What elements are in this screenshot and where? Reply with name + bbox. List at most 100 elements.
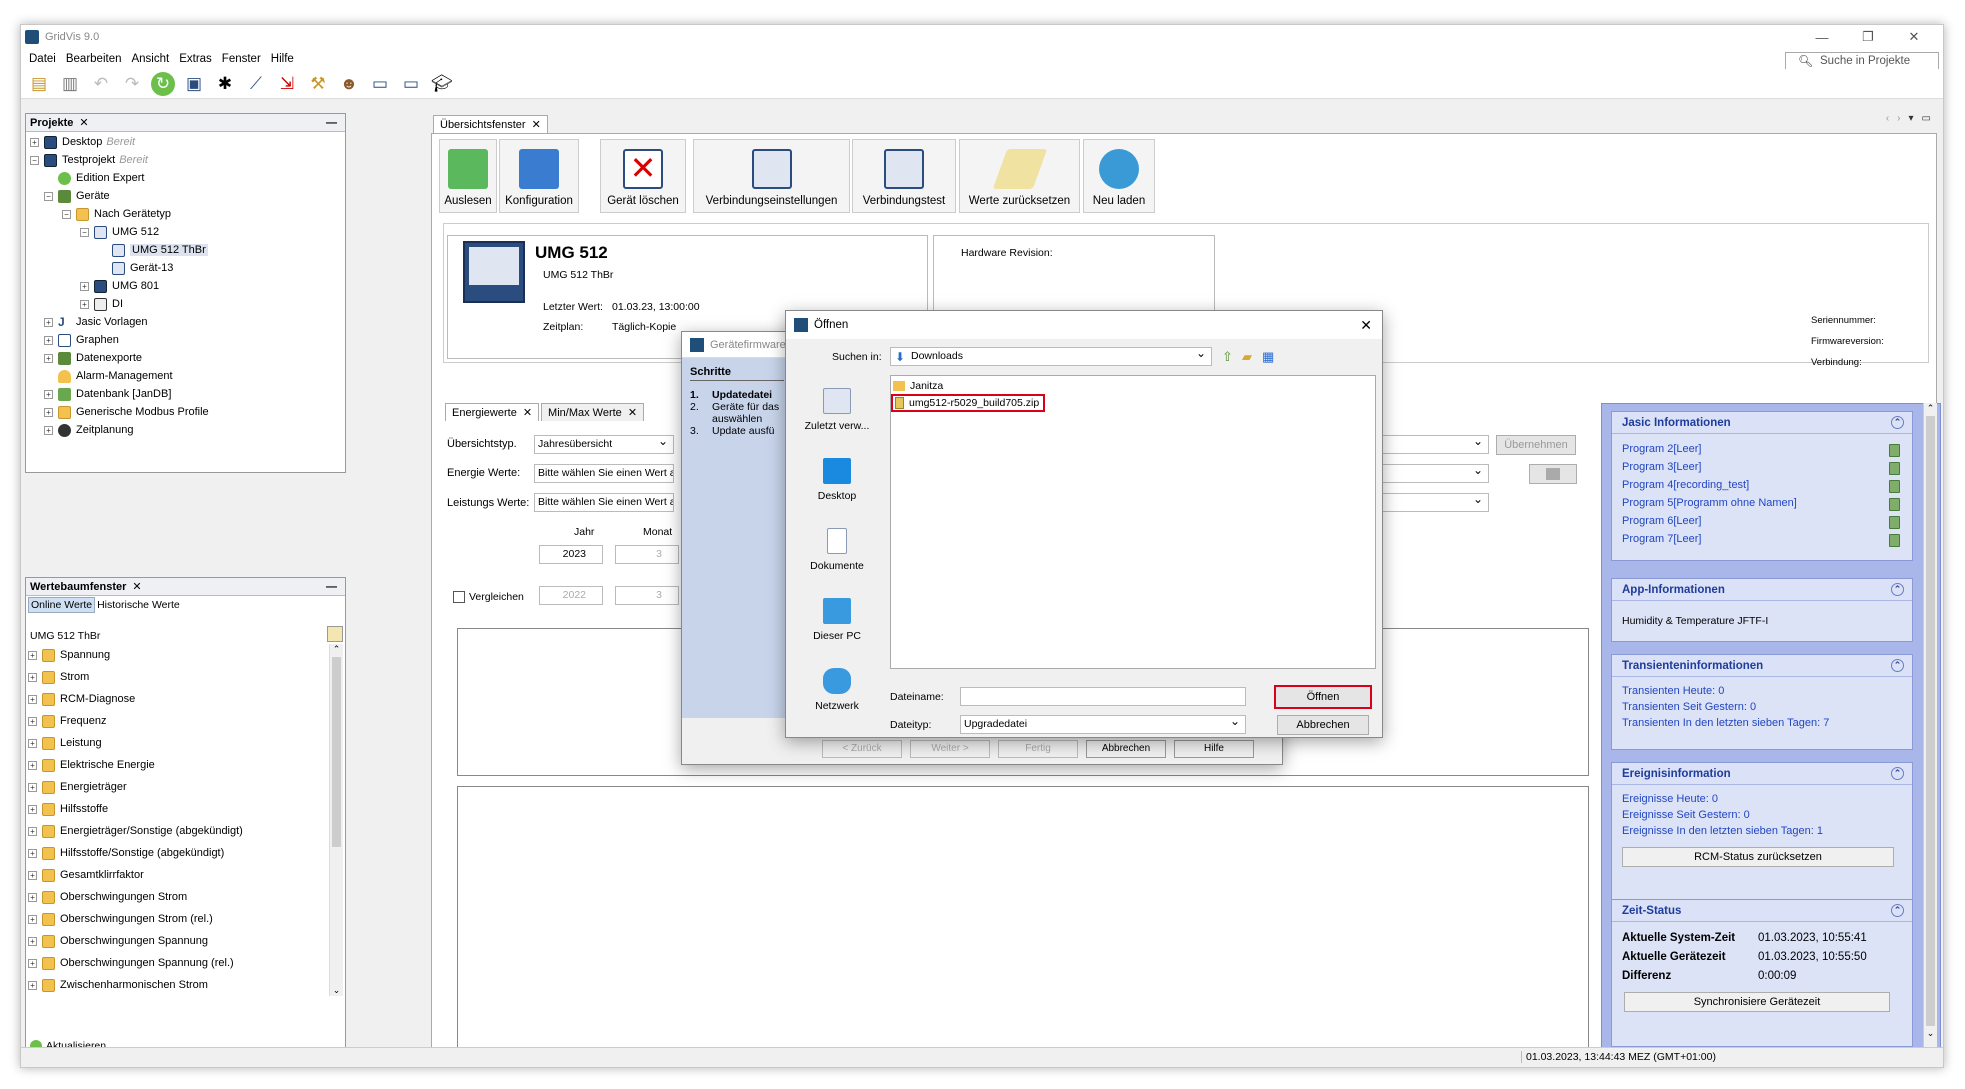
value-tree-item[interactable]: + Oberschwingungen Strom (rel.)	[28, 908, 328, 930]
collapse-icon[interactable]: ⌃	[1891, 904, 1904, 917]
place-documents[interactable]: Dokumente	[794, 515, 880, 585]
network-icon[interactable]: ✱	[213, 72, 237, 96]
place-desktop[interactable]: Desktop	[794, 445, 880, 515]
jasic-program-link[interactable]: Program 4[recording_test]	[1622, 476, 1902, 494]
expand-icon[interactable]: +	[28, 672, 37, 682]
tree-item-geraete[interactable]: − Geräte	[30, 187, 345, 205]
collapse-icon[interactable]: −	[44, 191, 53, 201]
expand-icon[interactable]: +	[44, 389, 53, 399]
search-input[interactable]: 🔍︎ Suche in Projekte (Ctrl+I)	[1785, 52, 1939, 84]
jasic-panel-header[interactable]: Jasic Informationen ⌃	[1612, 412, 1912, 434]
collapse-icon[interactable]: −	[30, 155, 39, 165]
tab-historische-werte[interactable]: Historische Werte	[95, 598, 182, 612]
place-network[interactable]: Netzwerk	[794, 655, 880, 725]
expand-icon[interactable]: +	[28, 694, 37, 704]
open-button[interactable]: Öffnen	[1274, 685, 1372, 709]
menu-hilfe[interactable]: Hilfe	[271, 53, 294, 65]
new-folder-icon[interactable]: ▰	[1242, 349, 1252, 365]
expand-icon[interactable]: +	[28, 782, 37, 792]
geraet-loeschen-button[interactable]: ✕ Gerät löschen	[600, 139, 686, 213]
file-item-zip[interactable]: umg512-r5029_build705.zip	[891, 394, 1046, 412]
expand-icon[interactable]: +	[80, 299, 89, 309]
maximize-icon[interactable]: ▭	[1922, 113, 1931, 124]
value-tree-item[interactable]: + Spannung	[28, 644, 328, 666]
tree-item-di[interactable]: + DI	[30, 295, 345, 313]
window-icon[interactable]: ▭	[368, 72, 392, 96]
tree-item-geraet13[interactable]: Gerät-13	[30, 259, 345, 277]
expand-icon[interactable]: +	[44, 317, 53, 327]
value-tree-item[interactable]: + Hilfsstoffe/Sonstige (abgekündigt)	[28, 842, 328, 864]
transients-header[interactable]: Transienteninformationen ⌃	[1612, 655, 1912, 677]
verbindungstest-button[interactable]: Verbindungstest	[852, 139, 956, 213]
close-icon[interactable]: ✕	[132, 580, 141, 593]
jasic-program-link[interactable]: Program 5[Programm ohne Namen]	[1622, 494, 1902, 512]
save-icon[interactable]: ▥	[58, 72, 82, 96]
tree-item-testprojekt[interactable]: − Testprojekt Bereit	[30, 151, 345, 169]
tab-minmax-werte[interactable]: Min/Max Werte ✕	[541, 403, 645, 421]
expand-icon[interactable]: +	[44, 407, 53, 417]
compare-year-spinner[interactable]: 2022	[539, 586, 603, 605]
open-project-icon[interactable]: ▤	[27, 72, 51, 96]
expand-icon[interactable]: +	[28, 914, 37, 924]
menu-datei[interactable]: Datei	[29, 53, 56, 65]
value-tree-item[interactable]: + Energieträger	[28, 776, 328, 798]
compare-month-spinner[interactable]: 3	[615, 586, 679, 605]
expand-icon[interactable]: +	[80, 281, 89, 291]
monitor-icon[interactable]: ▭	[399, 72, 423, 96]
scroll-thumb[interactable]	[332, 657, 341, 847]
maximize-button[interactable]: ❐	[1845, 25, 1891, 49]
expand-icon[interactable]: +	[28, 650, 37, 660]
rcm-reset-button[interactable]: RCM-Status zurücksetzen	[1622, 847, 1894, 867]
finish-button[interactable]: Fertig	[998, 740, 1078, 758]
scroll-down-icon[interactable]: ⌄	[330, 985, 343, 996]
tree-item-nach-geraetetyp[interactable]: − Nach Gerätetyp	[30, 205, 345, 223]
tree-item-umg801[interactable]: + UMG 801	[30, 277, 345, 295]
scroll-down-icon[interactable]: ⌄	[1924, 1028, 1937, 1039]
tree-item-datenexporte[interactable]: + Datenexporte	[30, 349, 345, 367]
graph-icon[interactable]: ⟋	[244, 72, 268, 96]
scrollbar[interactable]: ⌃ ⌄	[329, 644, 343, 996]
filetype-select[interactable]: Upgradedatei	[960, 715, 1246, 734]
place-recent[interactable]: Zuletzt verw...	[794, 375, 880, 445]
look-in-select[interactable]: ⬇ Downloads	[890, 347, 1212, 366]
filter-icon[interactable]	[327, 626, 343, 642]
collapse-icon[interactable]: −	[62, 209, 71, 219]
cancel-button[interactable]: Abbrechen	[1277, 715, 1369, 735]
minimize-panel-icon[interactable]: —	[326, 117, 337, 129]
year-spinner[interactable]: 2023	[539, 545, 603, 564]
app-info-header[interactable]: App-Informationen ⌃	[1612, 579, 1912, 601]
expand-icon[interactable]: +	[28, 738, 37, 748]
value-tree-item[interactable]: + Frequenz	[28, 710, 328, 732]
close-icon[interactable]: ✕	[79, 116, 88, 129]
events-header[interactable]: Ereignisinformation ⌃	[1612, 763, 1912, 785]
werte-zuruecksetzen-button[interactable]: Werte zurücksetzen	[959, 139, 1080, 213]
minimize-panel-icon[interactable]: —	[326, 581, 337, 593]
scroll-up-icon[interactable]: ⌃	[1924, 403, 1937, 414]
expand-icon[interactable]: +	[28, 980, 37, 990]
power-values-select[interactable]: Bitte wählen Sie einen Wert aus	[534, 493, 674, 512]
place-this-pc[interactable]: Dieser PC	[794, 585, 880, 655]
apply-button[interactable]: Übernehmen	[1496, 435, 1576, 455]
menu-bearbeiten[interactable]: Bearbeiten	[66, 53, 122, 65]
expand-icon[interactable]: +	[28, 848, 37, 858]
close-icon[interactable]: ✕	[523, 406, 532, 419]
tree-item-zeitplanung[interactable]: + Zeitplanung	[30, 421, 345, 439]
trash-icon[interactable]	[1889, 444, 1900, 457]
collapse-icon[interactable]: ⌃	[1891, 583, 1904, 596]
tab-online-werte[interactable]: Online Werte	[28, 597, 96, 613]
file-item-janitza[interactable]: Janitza	[891, 378, 1375, 394]
menu-ansicht[interactable]: Ansicht	[131, 53, 169, 65]
redo-icon[interactable]: ↷	[120, 72, 144, 96]
expand-icon[interactable]: +	[28, 826, 37, 836]
close-icon[interactable]: ✕	[532, 118, 541, 131]
trash-icon[interactable]	[1889, 462, 1900, 475]
value-tree-item[interactable]: + Hilfsstoffe	[28, 798, 328, 820]
sync-time-button[interactable]: Synchronisiere Gerätezeit	[1624, 992, 1890, 1012]
month-spinner[interactable]: 3	[615, 545, 679, 564]
wizard-cancel-button[interactable]: Abbrechen	[1086, 740, 1166, 758]
jasic-program-link[interactable]: Program 6[Leer]	[1622, 512, 1902, 530]
trash-icon[interactable]	[1889, 498, 1900, 511]
transients-today[interactable]: Transienten Heute: 0	[1622, 683, 1902, 699]
events-today[interactable]: Ereignisse Heute: 0	[1622, 791, 1902, 807]
scroll-up-icon[interactable]: ⌃	[330, 644, 343, 655]
